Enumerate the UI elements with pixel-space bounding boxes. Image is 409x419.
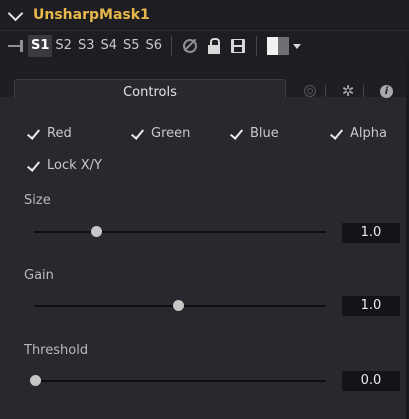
dropdown-caret-icon[interactable] [293,43,302,49]
tool-title: UnsharpMask1 [33,7,150,23]
checkbox-alpha-label: Alpha [350,126,387,141]
color-swatch-icon[interactable] [267,37,290,55]
checkbox-green-label: Green [151,126,191,141]
gain-label: Gain [24,268,54,283]
slot-s3[interactable]: S3 [75,35,98,57]
tab-controls[interactable]: Controls [14,79,286,100]
toolbar-divider [256,36,258,56]
fx-icon[interactable] [302,83,318,99]
tab-divider [325,85,326,97]
tab-strip: Controls ✲ i [0,61,409,100]
gain-value-field[interactable]: 1.0 [342,296,400,316]
toolbar-divider [171,36,173,56]
gain-slider-knob[interactable] [172,300,184,311]
checkmark-icon[interactable] [229,127,243,141]
slot-s4[interactable]: S4 [97,35,120,57]
checkmark-icon[interactable] [26,159,40,173]
threshold-label: Threshold [24,343,89,358]
tab-divider [363,85,364,97]
threshold-slider-knob[interactable] [29,375,41,386]
checkmark-icon[interactable] [26,127,40,141]
tab-controls-label: Controls [123,85,177,100]
checkbox-red-label: Red [47,126,72,141]
size-slider-track[interactable] [34,231,326,233]
size-value-field[interactable]: 1.0 [342,223,400,243]
checkbox-blue-label: Blue [250,126,279,141]
checkbox-red[interactable]: Red [26,126,72,141]
checkbox-alpha[interactable]: Alpha [329,126,387,141]
checkmark-icon[interactable] [130,127,144,141]
chevron-down-icon[interactable] [7,5,24,21]
gear-icon[interactable]: ✲ [340,83,356,99]
size-label: Size [24,193,51,208]
size-slider-knob[interactable] [90,226,102,237]
checkmark-icon[interactable] [329,127,343,141]
pin-icon[interactable] [8,40,28,52]
toolbar: S1 S2 S3 S4 S5 S6 [0,30,409,61]
checkbox-blue[interactable]: Blue [229,126,279,141]
slot-s6[interactable]: S6 [143,35,166,57]
no-entry-icon[interactable] [181,37,199,55]
checkbox-green[interactable]: Green [130,126,190,141]
save-icon[interactable] [229,37,247,55]
slot-s5[interactable]: S5 [120,35,143,57]
threshold-value-field[interactable]: 0.0 [342,371,400,391]
info-icon[interactable]: i [380,85,393,98]
checkbox-lock-xy[interactable]: Lock X/Y [26,158,102,173]
tool-header[interactable]: UnsharpMask1 [0,0,409,30]
lock-icon[interactable] [205,37,223,55]
threshold-slider-track[interactable] [34,380,326,382]
slot-s1[interactable]: S1 [28,35,53,57]
slot-s2[interactable]: S2 [52,35,75,57]
checkbox-lock-xy-label: Lock X/Y [47,158,103,173]
